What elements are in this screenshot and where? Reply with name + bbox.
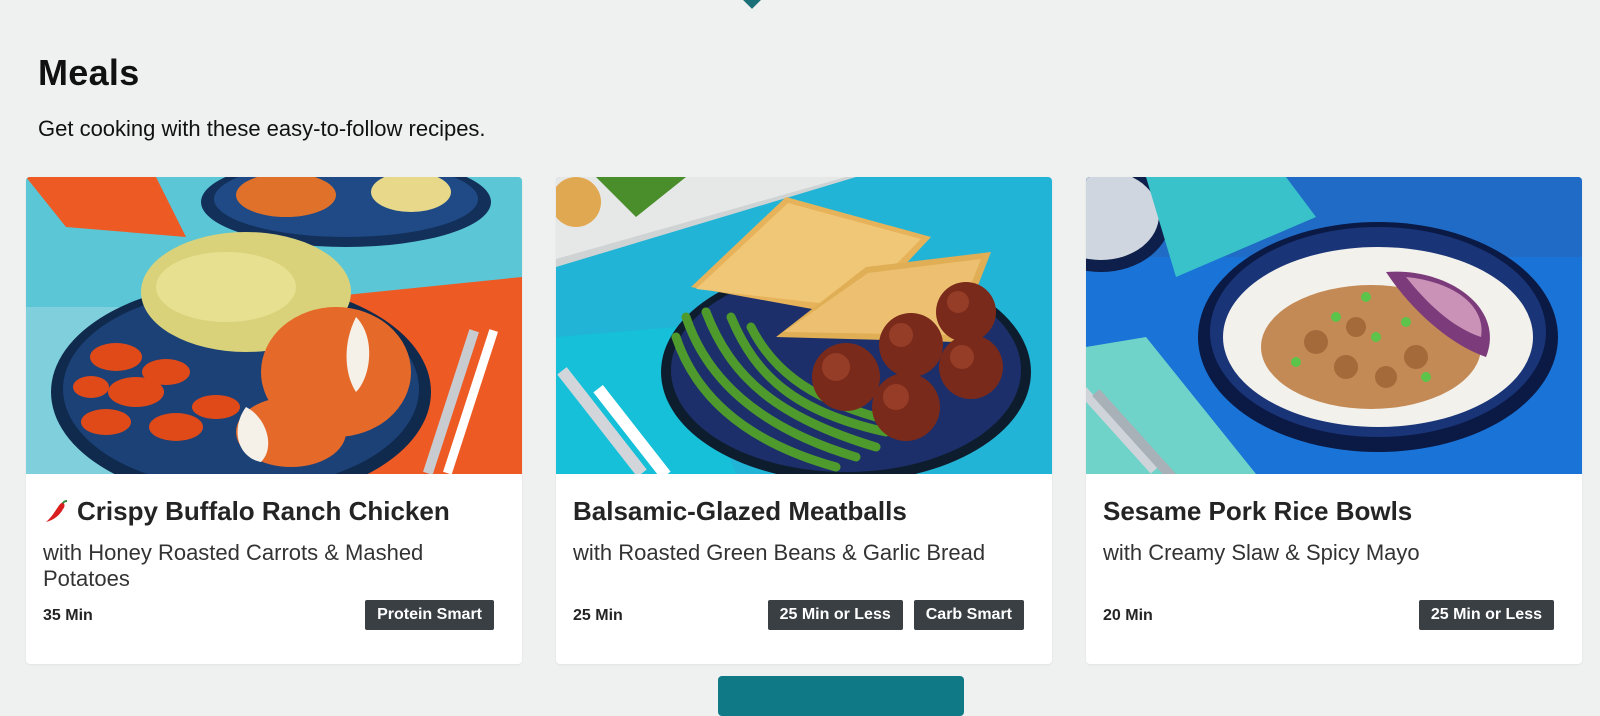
chili-pepper-icon <box>43 499 69 525</box>
page-subtitle: Get cooking with these easy-to-follow re… <box>38 116 486 141</box>
recipe-tag: Protein Smart <box>365 600 494 630</box>
recipe-title-text: Balsamic-Glazed Meatballs <box>573 496 907 526</box>
recipe-title[interactable]: Balsamic-Glazed Meatballs <box>573 496 907 527</box>
dropdown-pointer <box>742 0 762 9</box>
recipe-subtitle: with Honey Roasted Carrots & Mashed Pota… <box>43 540 424 591</box>
recipe-title[interactable]: Crispy Buffalo Ranch Chicken <box>43 496 450 527</box>
recipe-info: Sesame Pork Rice Bowls with Creamy Slaw … <box>1086 474 1582 664</box>
recipe-card[interactable]: Crispy Buffalo Ranch Chicken with Honey … <box>26 177 522 664</box>
recipe-tag: 25 Min or Less <box>767 600 903 630</box>
cook-time: 20 Min <box>1103 607 1153 624</box>
recipe-image[interactable] <box>1086 177 1582 474</box>
recipe-tags: 25 Min or Less <box>1418 600 1554 630</box>
recipe-image[interactable] <box>556 177 1052 474</box>
recipe-title-text: Crispy Buffalo Ranch Chicken <box>77 496 450 526</box>
recipe-tags: Protein Smart <box>365 600 494 630</box>
view-more-button[interactable] <box>718 676 964 716</box>
cook-time: 35 Min <box>43 607 93 624</box>
section-header: Meals Get cooking with these easy-to-fol… <box>38 52 486 142</box>
recipe-tag: 25 Min or Less <box>1418 600 1554 630</box>
recipe-card[interactable]: Balsamic-Glazed Meatballs with Roasted G… <box>556 177 1052 664</box>
cook-time: 25 Min <box>573 607 623 624</box>
recipe-title[interactable]: Sesame Pork Rice Bowls <box>1103 496 1412 527</box>
recipe-card[interactable]: Sesame Pork Rice Bowls with Creamy Slaw … <box>1086 177 1582 664</box>
recipe-info: Balsamic-Glazed Meatballs with Roasted G… <box>556 474 1052 664</box>
recipe-card-list: Crispy Buffalo Ranch Chicken with Honey … <box>26 177 1582 664</box>
recipe-tags: 25 Min or Less Carb Smart <box>767 600 1024 630</box>
recipe-image[interactable] <box>26 177 522 474</box>
page-title: Meals <box>38 52 140 93</box>
recipe-subtitle: with Roasted Green Beans & Garlic Bread <box>573 540 986 565</box>
recipe-title-text: Sesame Pork Rice Bowls <box>1103 496 1413 526</box>
recipe-subtitle: with Creamy Slaw & Spicy Mayo <box>1103 540 1420 565</box>
recipe-tag: Carb Smart <box>913 600 1024 630</box>
recipe-info: Crispy Buffalo Ranch Chicken with Honey … <box>26 474 522 664</box>
